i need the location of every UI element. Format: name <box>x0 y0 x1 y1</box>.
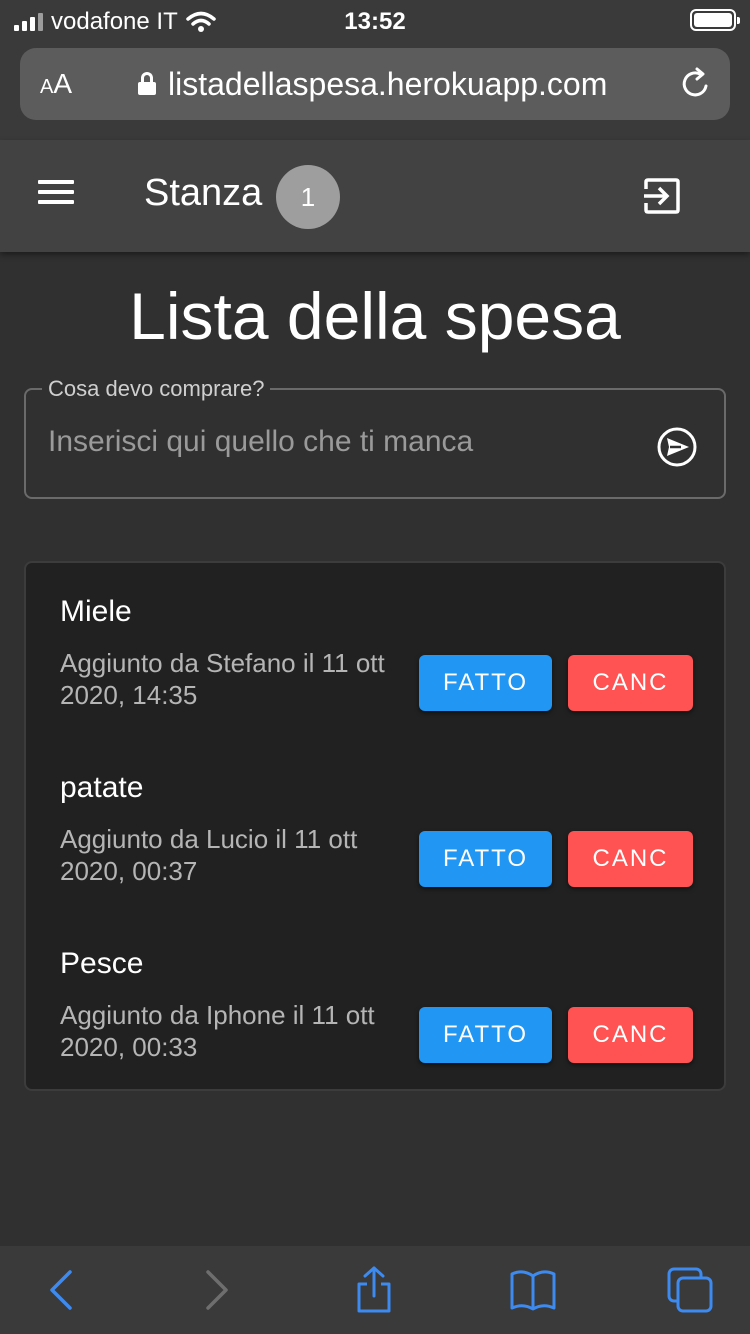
item-name: Miele <box>60 595 132 628</box>
chevron-left-icon[interactable] <box>38 1266 86 1314</box>
browser-toolbar <box>0 1246 750 1334</box>
battery-icon <box>690 9 740 31</box>
chevron-right-icon[interactable] <box>192 1266 240 1314</box>
browser-chrome: AA listadellaspesa.herokuapp.com <box>0 40 750 140</box>
delete-button[interactable]: CANC <box>568 655 693 711</box>
item-input-label: Cosa devo comprare? <box>42 376 271 402</box>
item-meta: Aggiunto da Stefano il 11 ott 2020, 14:3… <box>60 648 385 710</box>
list-item: patate Aggiunto da Lucio il 11 ott 2020,… <box>26 771 726 921</box>
status-bar: vodafone IT 13:52 <box>0 0 750 40</box>
url-text: listadellaspesa.herokuapp.com <box>168 66 608 102</box>
list-item: Miele Aggiunto da Stefano il 11 ott 2020… <box>26 595 726 745</box>
tabs-icon[interactable] <box>666 1266 714 1314</box>
done-button[interactable]: FATTO <box>419 655 552 711</box>
item-input[interactable] <box>48 420 628 464</box>
delete-button[interactable]: CANC <box>568 1007 693 1063</box>
item-input-field: Cosa devo comprare? <box>24 376 726 499</box>
item-meta: Aggiunto da Lucio il 11 ott 2020, 00:37 <box>60 824 358 886</box>
book-icon[interactable] <box>509 1266 557 1314</box>
status-time: 13:52 <box>344 8 406 35</box>
done-button[interactable]: FATTO <box>419 831 552 887</box>
list-item: Pesce Aggiunto da Iphone il 11 ott 2020,… <box>26 947 726 1097</box>
shopping-list: Miele Aggiunto da Stefano il 11 ott 2020… <box>24 561 726 1091</box>
reload-icon[interactable] <box>678 66 714 102</box>
url-display[interactable]: listadellaspesa.herokuapp.com <box>138 66 607 103</box>
item-meta: Aggiunto da Iphone il 11 ott 2020, 00:33 <box>60 1000 375 1062</box>
done-button[interactable]: FATTO <box>419 1007 552 1063</box>
address-bar[interactable]: AA listadellaspesa.herokuapp.com <box>20 48 730 120</box>
text-size-button[interactable]: AA <box>40 68 72 100</box>
menu-button[interactable] <box>38 180 74 210</box>
item-name: Pesce <box>60 947 144 980</box>
page-title: Lista della spesa <box>129 279 621 353</box>
item-name: patate <box>60 771 144 804</box>
delete-button[interactable]: CANC <box>568 831 693 887</box>
room-badge: 1 <box>276 165 340 229</box>
send-icon[interactable] <box>656 426 698 468</box>
app-bar-title: Stanza <box>144 172 263 214</box>
exit-to-app-icon[interactable] <box>642 176 682 216</box>
app-bar: Stanza 1 <box>0 140 750 252</box>
share-icon[interactable] <box>350 1266 398 1314</box>
lock-icon <box>138 71 156 95</box>
hamburger-menu-icon <box>38 180 74 184</box>
